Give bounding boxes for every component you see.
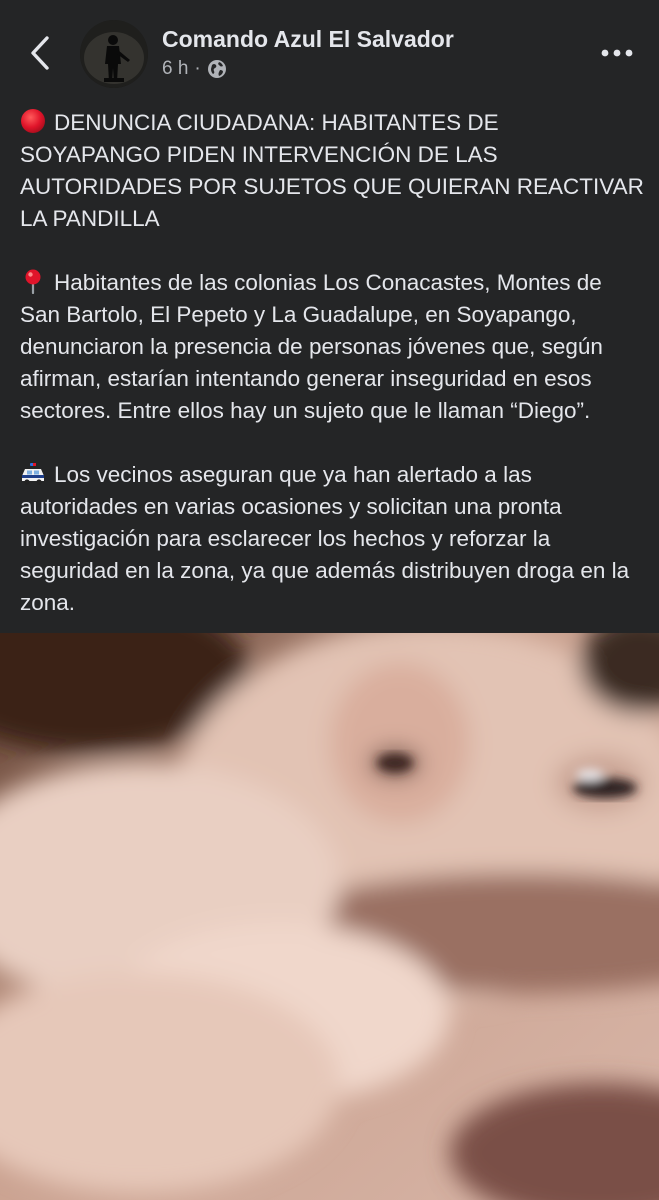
post-meta: 6 h · <box>162 58 227 80</box>
police-car-icon <box>22 463 44 485</box>
meta-separator: · <box>194 58 201 79</box>
post-headline-paragraph: DENUNCIA CIUDADANA: HABITANTES DE SOYAPA… <box>20 107 645 235</box>
avatar[interactable] <box>80 20 148 88</box>
soldier-silhouette-icon <box>80 20 148 88</box>
ellipsis-icon <box>601 49 633 57</box>
round-pushpin-icon <box>25 269 41 294</box>
more-options-button[interactable] <box>597 38 637 68</box>
post-header: Comando Azul El Salvador 6 h · <box>0 0 659 100</box>
post-paragraph-1-text: Habitantes de las colonias Los Conacaste… <box>20 270 603 423</box>
post-body: DENUNCIA CIUDADANA: HABITANTES DE SOYAPA… <box>20 107 645 651</box>
post-photo[interactable] <box>0 633 659 1200</box>
globe-icon[interactable] <box>207 59 227 79</box>
post-headline: DENUNCIA CIUDADANA: HABITANTES DE SOYAPA… <box>20 110 644 231</box>
chevron-left-icon <box>31 36 49 70</box>
author-name[interactable]: Comando Azul El Salvador <box>162 26 454 53</box>
post-photo-image <box>0 633 659 1200</box>
post-paragraph-2: Los vecinos aseguran que ya han alertado… <box>20 459 645 619</box>
post-paragraph-2-text: Los vecinos aseguran que ya han alertado… <box>20 462 630 615</box>
back-button[interactable] <box>22 30 58 76</box>
post-paragraph-1: Habitantes de las colonias Los Conacaste… <box>20 267 645 427</box>
timestamp[interactable]: 6 h <box>162 58 188 80</box>
red-circle-icon <box>21 109 45 133</box>
